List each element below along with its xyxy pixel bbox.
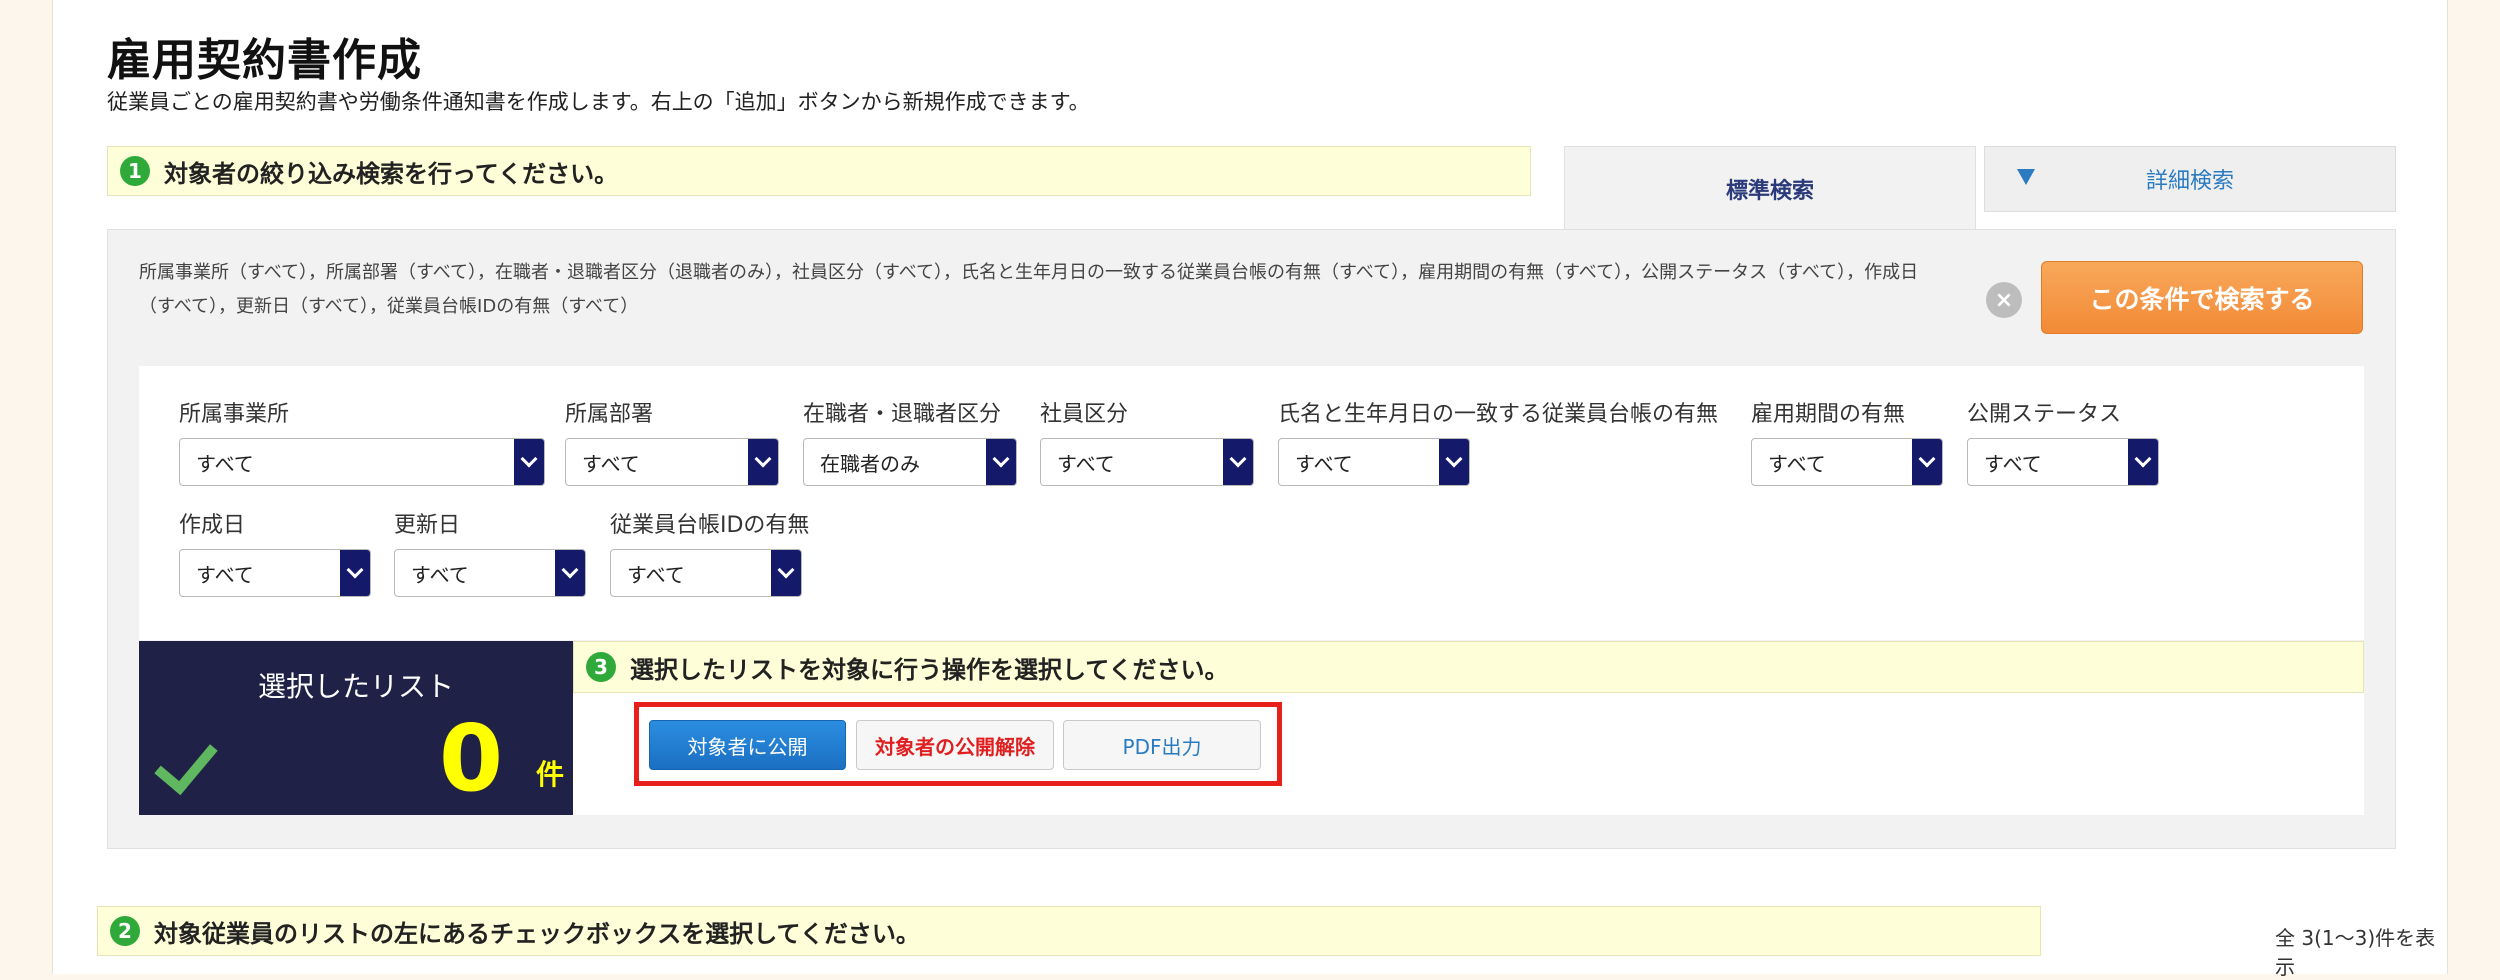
select-employment-period[interactable]: すべて [1751, 438, 1943, 486]
selected-list-box: 選択したリスト 0 件 [139, 641, 573, 815]
select-department[interactable]: すべて [565, 438, 779, 486]
select-employee-type-value: すべて [1057, 451, 1115, 476]
filter-label-department: 所属部署 [565, 402, 654, 427]
tab-detail-search[interactable]: 詳細検索 [1984, 146, 2396, 212]
step1-banner: 1 対象者の絞り込み検索を行ってください。 [107, 146, 1531, 196]
select-updated-date[interactable]: すべて [394, 549, 586, 597]
select-updated-date-value: すべて [411, 562, 469, 587]
step2-banner: 2 対象従業員のリストの左にあるチェックボックスを選択してください。 [97, 906, 2041, 956]
filter-label-office: 所属事業所 [179, 402, 290, 427]
select-office-value: すべて [196, 451, 254, 476]
publish-button[interactable]: 対象者に公開 [649, 720, 846, 770]
selected-list-title: 選択したリスト [257, 670, 454, 703]
filter-label-ledger-match: 氏名と生年月日の一致する従業員台帳の有無 [1278, 402, 1719, 427]
chevron-down-icon [748, 439, 778, 485]
step1-text: 対象者の絞り込み検索を行ってください。 [164, 159, 619, 188]
step3-text: 選択したリストを対象に行う操作を選択してください。 [630, 655, 1229, 684]
pdf-output-button[interactable]: PDF出力 [1063, 720, 1261, 770]
select-ledger-id[interactable]: すべて [610, 549, 802, 597]
search-button[interactable]: この条件で検索する [2041, 261, 2363, 334]
select-ledger-id-value: すべて [627, 562, 685, 587]
filter-label-ledger-id: 従業員台帳IDの有無 [610, 513, 810, 538]
result-count: 全 3(1〜3)件を表示 [2275, 926, 2436, 979]
chevron-down-icon [555, 550, 585, 596]
chevron-down-icon [1912, 439, 1942, 485]
filter-label-employee-type: 社員区分 [1040, 402, 1129, 427]
step2-number: 2 [110, 916, 140, 946]
clear-conditions-button[interactable]: × [1986, 282, 2022, 318]
select-employee-type[interactable]: すべて [1040, 438, 1254, 486]
select-publish-status[interactable]: すべて [1967, 438, 2159, 486]
step3-banner: 3 選択したリストを対象に行う操作を選択してください。 [573, 641, 2364, 693]
select-office[interactable]: すべて [179, 438, 545, 486]
search-conditions-summary: 所属事業所（すべて），所属部署（すべて），在職者・退職者区分（退職者のみ），社員… [139, 262, 1919, 317]
filter-label-created-date: 作成日 [179, 513, 246, 538]
select-created-date-value: すべて [196, 562, 254, 587]
select-ledger-match[interactable]: すべて [1278, 438, 1470, 486]
close-circle-icon: × [1994, 287, 2014, 313]
filter-label-employment-status: 在職者・退職者区分 [803, 402, 1002, 427]
select-department-value: すべて [582, 451, 640, 476]
tab-detail-search-label: 詳細検索 [2145, 169, 2234, 194]
tab-standard-search[interactable]: 標準検索 [1564, 146, 1976, 231]
page-container: 雇用契約書作成 従業員ごとの雇用契約書や労働条件通知書を作成します。右上の「追加… [52, 0, 2448, 979]
filter-label-publish-status: 公開ステータス [1967, 402, 2122, 427]
triangle-down-icon [2017, 169, 2035, 185]
select-publish-status-value: すべて [1984, 451, 2042, 476]
select-employment-status-value: 在職者のみ [820, 451, 920, 476]
page-title: 雇用契約書作成 [107, 35, 422, 86]
check-icon [154, 728, 218, 796]
selected-count-unit: 件 [536, 758, 565, 791]
chevron-down-icon [514, 439, 544, 485]
select-employment-period-value: すべて [1768, 451, 1826, 476]
select-ledger-match-value: すべて [1295, 451, 1353, 476]
select-employment-status[interactable]: 在職者のみ [803, 438, 1017, 486]
chevron-down-icon [1223, 439, 1253, 485]
chevron-down-icon [986, 439, 1016, 485]
filter-label-updated-date: 更新日 [394, 513, 461, 538]
select-created-date[interactable]: すべて [179, 549, 371, 597]
step1-number: 1 [120, 156, 150, 186]
chevron-down-icon [771, 550, 801, 596]
chevron-down-icon [1439, 439, 1469, 485]
step3-number: 3 [586, 652, 616, 682]
chevron-down-icon [2128, 439, 2158, 485]
selected-count: 0 [439, 705, 504, 812]
unpublish-button[interactable]: 対象者の公開解除 [856, 720, 1054, 770]
step2-text: 対象従業員のリストの左にあるチェックボックスを選択してください。 [154, 919, 920, 948]
filter-label-employment-period: 雇用期間の有無 [1751, 402, 1906, 427]
page-subtitle: 従業員ごとの雇用契約書や労働条件通知書を作成します。右上の「追加」ボタンから新規… [107, 90, 1090, 114]
chevron-down-icon [340, 550, 370, 596]
